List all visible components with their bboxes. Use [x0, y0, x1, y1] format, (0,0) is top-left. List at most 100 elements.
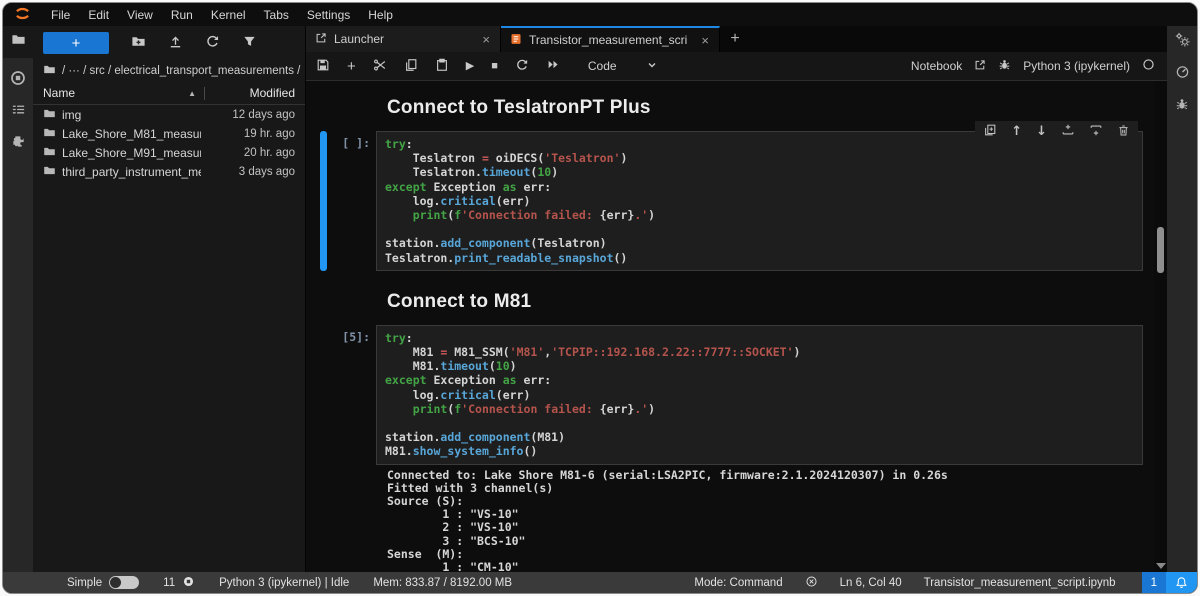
notebook-tools-link[interactable]: Notebook [911, 59, 962, 73]
move-cell-down-icon[interactable]: ↓ [1036, 125, 1047, 138]
folder-icon [43, 126, 56, 142]
duplicate-cell-icon[interactable] [983, 123, 997, 140]
command-mode-indicator[interactable]: Mode: Command [694, 577, 782, 589]
memory-usage: Mem: 833.87 / 8192.00 MB [373, 577, 512, 589]
cell-collapser[interactable] [320, 131, 327, 271]
external-link-icon[interactable] [974, 59, 986, 74]
jupyter-logo-icon [13, 4, 32, 26]
restart-kernel-button[interactable] [515, 58, 529, 75]
tab-notebook[interactable]: Transistor_measurement_scri × [501, 26, 720, 52]
save-button[interactable] [316, 58, 330, 75]
toggle-knob [110, 577, 121, 588]
filter-icon[interactable] [242, 34, 257, 52]
notification-badge[interactable]: 1 [1142, 572, 1197, 593]
notebook-scrollbar[interactable] [1154, 81, 1167, 572]
launcher-icon [315, 32, 327, 47]
file-modified: 12 days ago [207, 109, 295, 121]
insert-cell-button[interactable]: + [347, 59, 356, 74]
file-row[interactable]: Lake_Shore_M91_measurements 20 hr. ago [33, 143, 305, 162]
chevron-down-icon [647, 59, 657, 73]
cell-input-prompt: [5]: [327, 325, 376, 465]
menu-file[interactable]: File [42, 8, 79, 22]
column-header-modified[interactable]: Modified [213, 86, 295, 100]
file-row[interactable]: third_party_instrument_measur... 3 days … [33, 162, 305, 181]
file-row[interactable]: img 12 days ago [33, 105, 305, 124]
add-tab-button[interactable]: + [720, 26, 750, 52]
jupyterlab-window: File Edit View Run Kernel Tabs Settings … [2, 2, 1198, 594]
breadcrumb-path[interactable]: / ··· / src / electrical_transport_measu… [62, 65, 300, 77]
sort-ascending-icon[interactable]: ▲ [188, 89, 196, 98]
kernel-status-text[interactable]: Python 3 (ipykernel) | Idle [219, 577, 349, 589]
insert-cell-below-icon[interactable] [1089, 123, 1103, 140]
refresh-icon[interactable] [205, 34, 220, 52]
cell-collapser[interactable] [320, 325, 327, 465]
status-bar: Simple 11 Python 3 (ipykernel) | Idle Me… [3, 572, 1197, 593]
breadcrumb[interactable]: / ··· / src / electrical_transport_measu… [33, 60, 305, 82]
simple-mode-toggle[interactable] [109, 576, 139, 589]
notebook-scroll-area[interactable]: Connect to TeslatronPT Plus [ ]: ↑ ↓ [306, 81, 1154, 572]
notebook-toolbar: + ▶ ■ Code Notebook Python 3 (ipykernel) [306, 52, 1167, 81]
plus-icon: + [730, 30, 739, 48]
upload-icon[interactable] [168, 34, 183, 52]
list-icon [11, 102, 26, 122]
close-icon[interactable]: × [700, 33, 710, 48]
file-modified: 3 days ago [207, 166, 295, 178]
cut-cells-button[interactable] [373, 58, 387, 75]
folder-icon [43, 145, 56, 161]
sidebar-tab-table-of-contents[interactable] [3, 96, 33, 128]
kernel-status-icon[interactable] [1142, 58, 1155, 74]
close-icon[interactable]: × [481, 32, 491, 47]
tab-launcher[interactable]: Launcher × [306, 26, 501, 52]
menu-edit[interactable]: Edit [79, 8, 118, 22]
debugger-bug-icon[interactable] [998, 58, 1011, 74]
menu-help[interactable]: Help [359, 8, 402, 22]
sidebar-tab-property-inspector[interactable] [1167, 26, 1197, 58]
file-name: Lake_Shore_M91_measurements [62, 146, 201, 160]
kernel-name[interactable]: Python 3 (ipykernel) [1023, 59, 1130, 73]
new-launcher-button[interactable]: + [43, 32, 109, 54]
copy-cells-button[interactable] [404, 58, 418, 75]
terminate-icon[interactable] [805, 575, 818, 591]
code-editor[interactable]: try: M81 = M81_SSM('M81','TCPIP::192.168… [376, 325, 1143, 465]
folder-icon [43, 107, 56, 123]
tab-label: Transistor_measurement_scri [529, 33, 693, 47]
column-header-name[interactable]: Name [43, 86, 188, 100]
home-folder-icon[interactable] [43, 63, 56, 79]
code-cell: [5]: try: M81 = M81_SSM('M81','TCPIP::19… [306, 325, 1154, 465]
sidebar-tab-debugger[interactable] [1167, 90, 1197, 122]
file-browser-panel: + / ··· / src / electrical_transport_mea… [33, 26, 306, 572]
gauge-icon [1175, 64, 1190, 84]
run-cell-button[interactable]: ▶ [466, 61, 474, 72]
cell-output: Connected to: Lake Shore M81-6 (serial:L… [376, 469, 1143, 572]
menu-kernel[interactable]: Kernel [202, 8, 255, 22]
delete-cell-icon[interactable] [1117, 124, 1130, 140]
new-folder-icon[interactable] [131, 34, 146, 52]
move-cell-up-icon[interactable]: ↑ [1011, 125, 1022, 138]
sidebar-tab-dashboard[interactable] [1167, 58, 1197, 90]
file-list: img 12 days ago Lake_Shore_M81_measureme… [33, 105, 305, 572]
paste-cells-button[interactable] [435, 58, 449, 75]
code-editor[interactable]: ↑ ↓ try: Teslatron = oiDECS('Teslatron')… [376, 131, 1143, 271]
cell-type-dropdown[interactable]: Code [588, 59, 657, 73]
gears-icon [1175, 32, 1190, 52]
menu-tabs[interactable]: Tabs [255, 8, 298, 22]
sidebar-tab-extensions[interactable] [3, 128, 33, 160]
interrupt-kernel-button[interactable]: ■ [491, 61, 498, 72]
menu-settings[interactable]: Settings [298, 8, 359, 22]
sidebar-tab-running-sessions[interactable] [3, 64, 33, 96]
cell-toolbar: ↑ ↓ [975, 121, 1138, 142]
scrollbar-down-arrow[interactable] [1156, 563, 1166, 569]
stop-circle-icon [10, 70, 26, 91]
cursor-position[interactable]: Ln 6, Col 40 [840, 577, 902, 589]
bell-icon [1166, 572, 1197, 593]
main-dock-panel: Launcher × Transistor_measurement_scri ×… [306, 26, 1167, 572]
scrollbar-thumb[interactable] [1157, 227, 1164, 273]
insert-cell-above-icon[interactable] [1061, 123, 1075, 140]
sidebar-tab-file-browser[interactable] [3, 26, 33, 58]
kernels-indicator-icon[interactable] [182, 575, 195, 591]
file-row[interactable]: Lake_Shore_M81_measurements 19 hr. ago [33, 124, 305, 143]
simple-mode-label: Simple [67, 577, 102, 589]
restart-run-all-button[interactable] [546, 58, 561, 74]
menu-view[interactable]: View [118, 8, 162, 22]
menu-run[interactable]: Run [162, 8, 202, 22]
